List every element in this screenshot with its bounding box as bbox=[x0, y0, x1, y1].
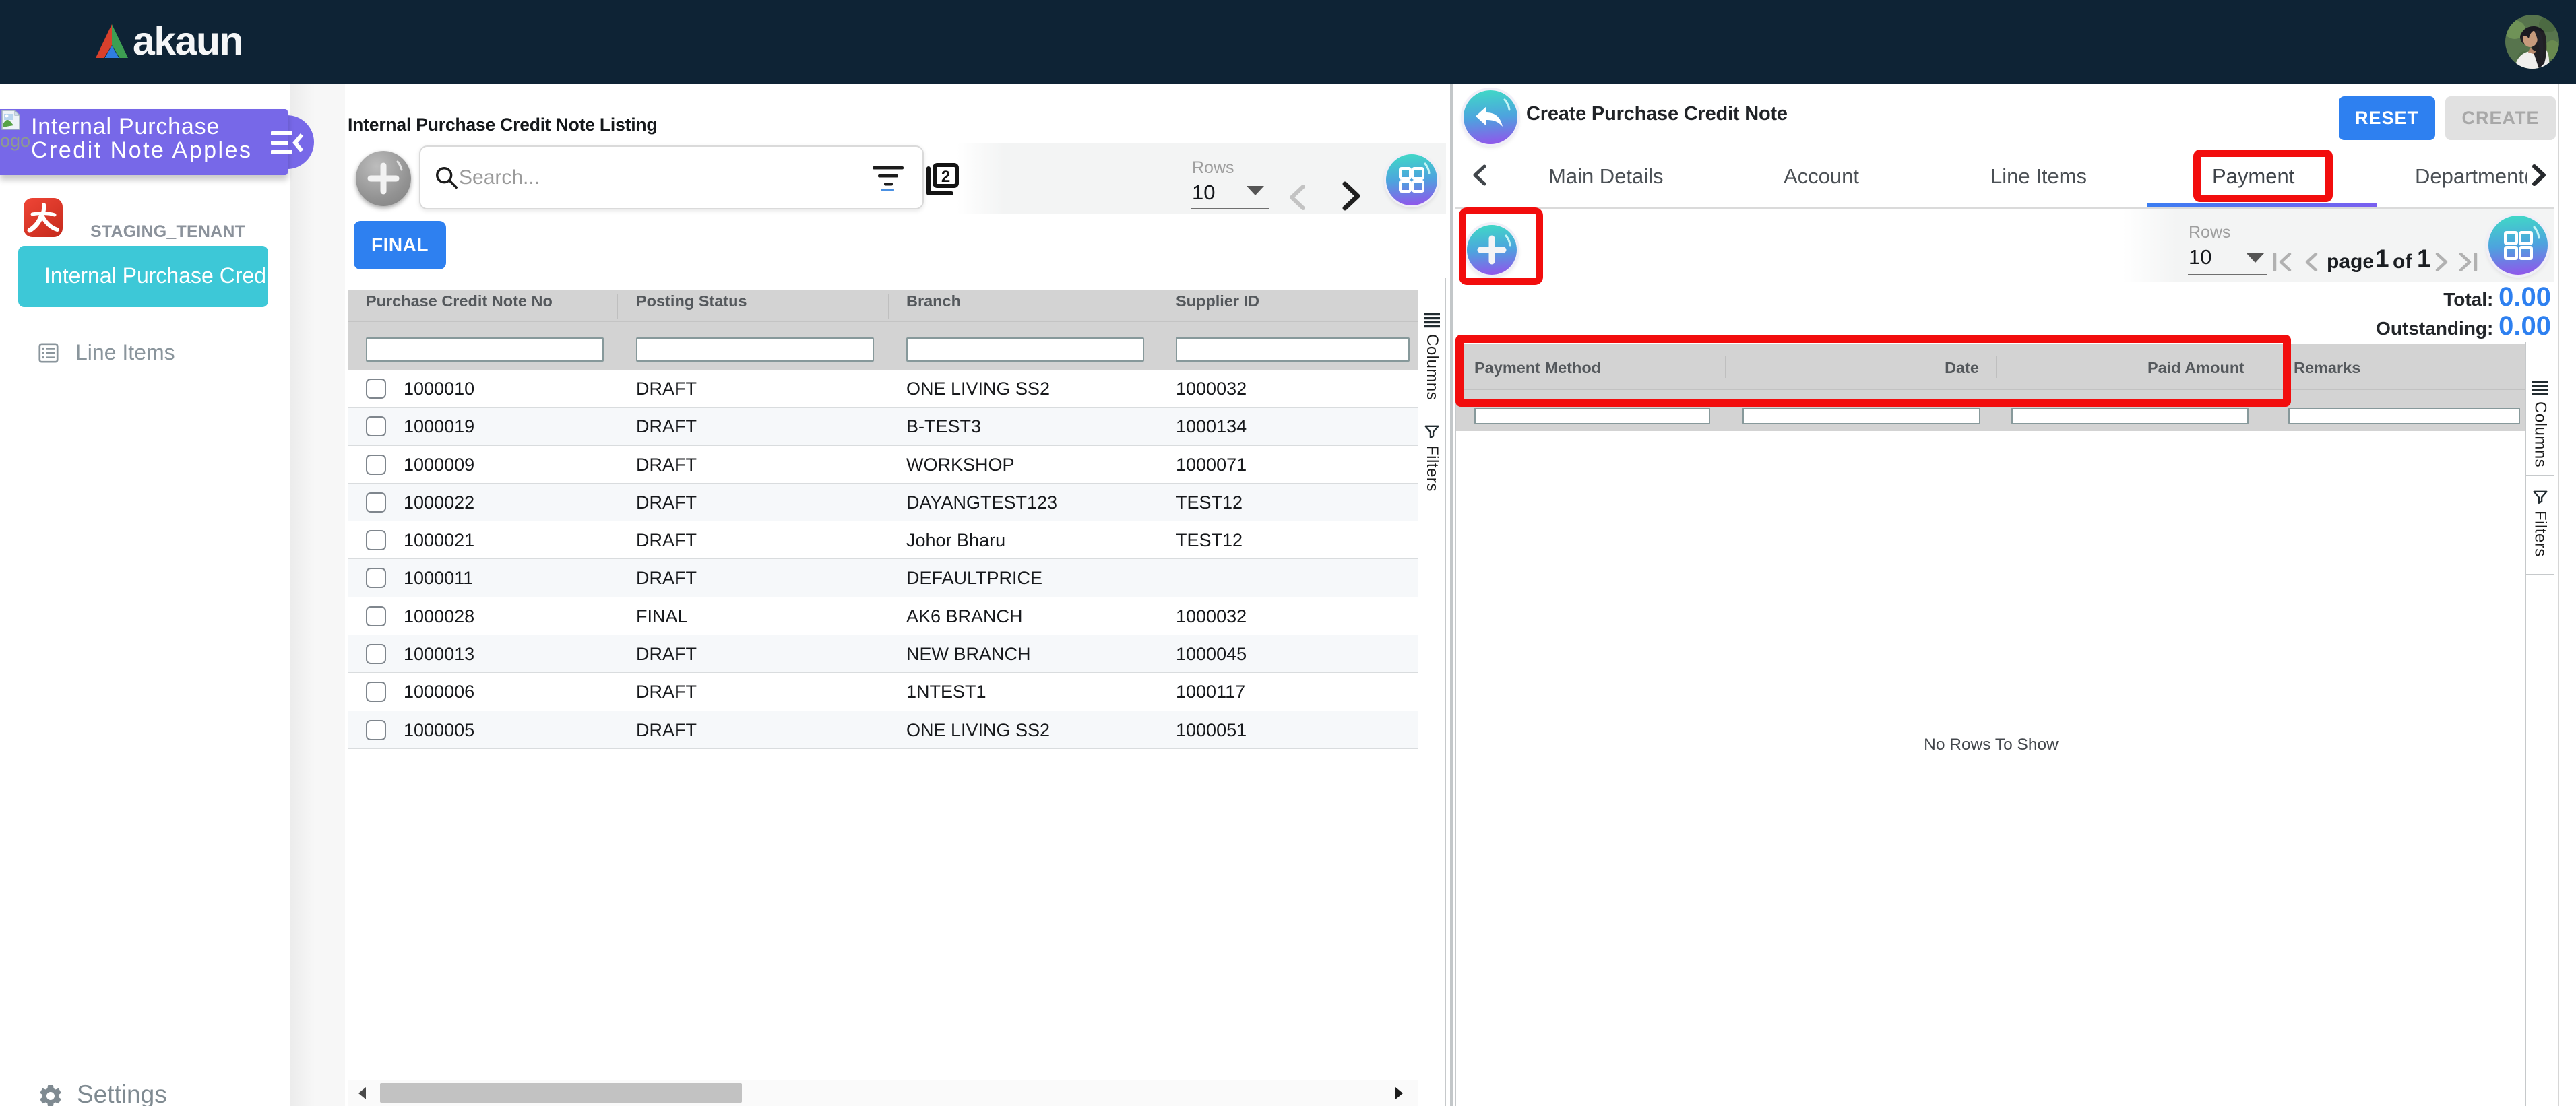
svg-text:2: 2 bbox=[941, 168, 950, 186]
